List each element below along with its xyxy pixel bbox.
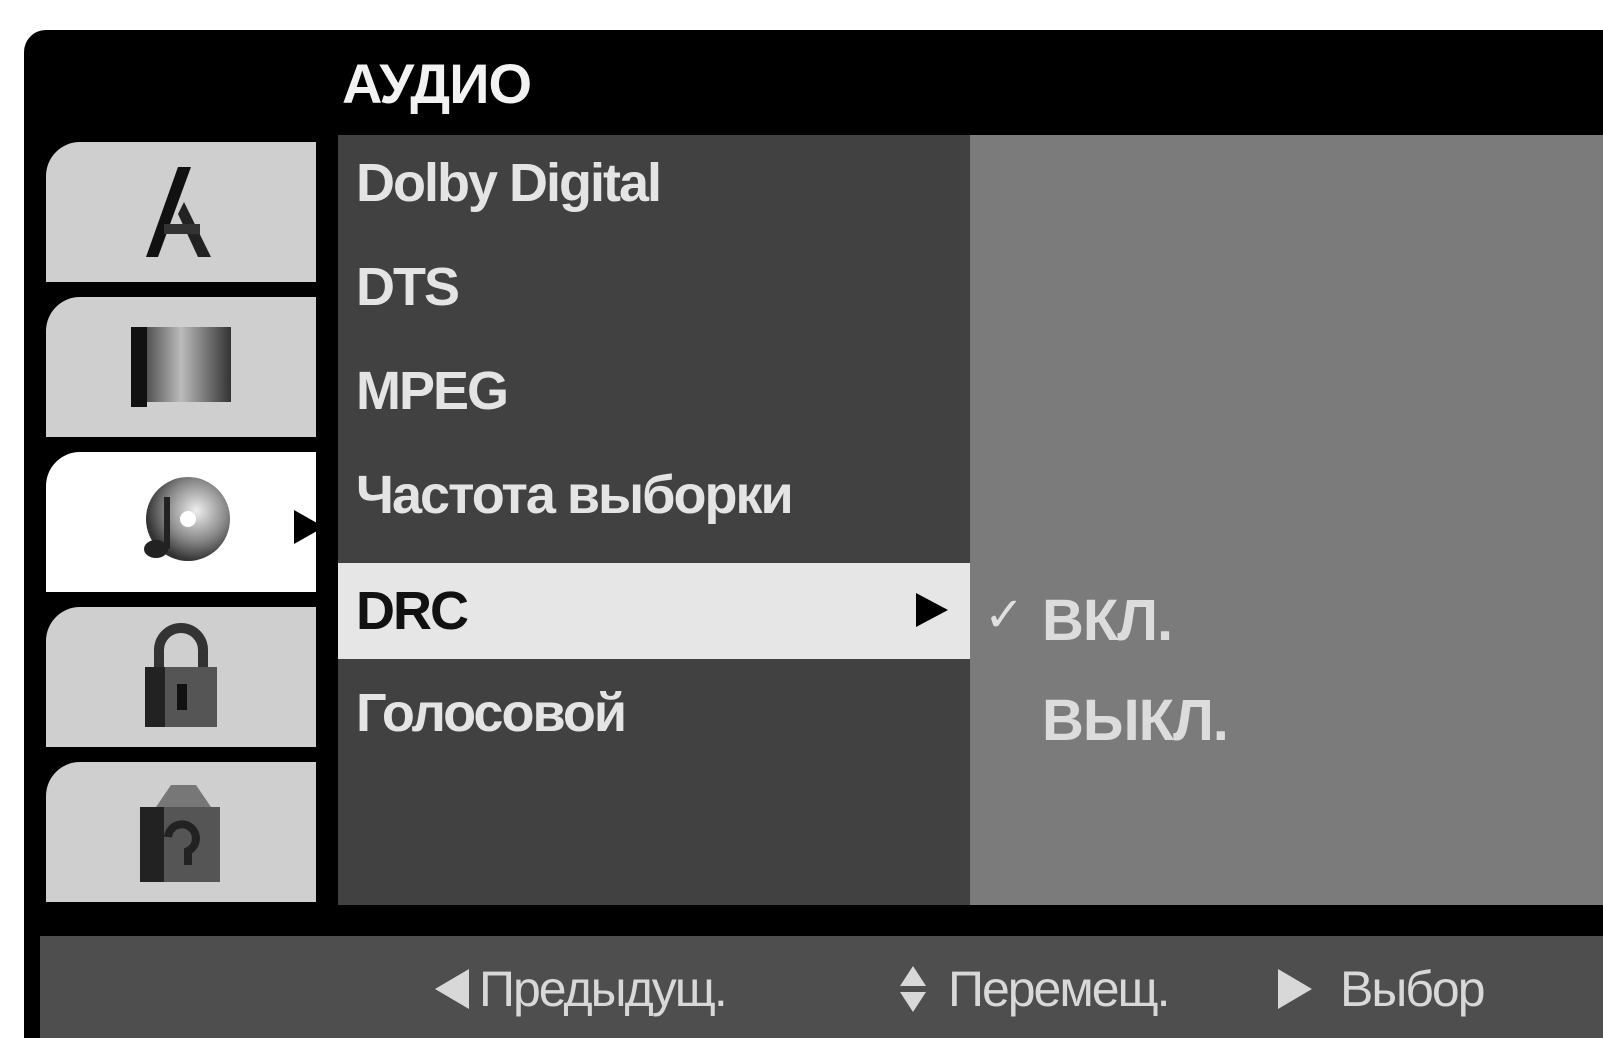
submenu-arrow-icon — [916, 593, 948, 627]
hint-select-label: Выбор — [1340, 961, 1486, 1017]
menu-item-sample-freq[interactable]: Частота выборки — [338, 447, 970, 543]
hint-bar: Предыдущ. Перемещ. Выбор — [40, 936, 1603, 1038]
menu-item-dolby-digital[interactable]: Dolby Digital — [338, 135, 970, 231]
menu-item-dts[interactable]: DTS — [338, 239, 970, 335]
menu-item-label: Частота выборки — [356, 465, 794, 525]
menu-item-label: Голосовой — [356, 683, 627, 743]
menu-item-label: DRC — [356, 581, 469, 641]
right-arrow-icon — [1278, 969, 1312, 1009]
tab-display[interactable] — [46, 297, 316, 437]
language-icon — [136, 162, 226, 262]
lock-icon — [131, 622, 231, 732]
hint-back: Предыдущ. — [435, 960, 728, 1018]
option-on[interactable]: ВКЛ. — [1042, 587, 1173, 654]
hint-move: Перемещ. — [900, 960, 1171, 1018]
menu-title: АУДИО — [342, 52, 532, 115]
check-icon: ✓ — [984, 589, 1025, 642]
left-arrow-icon — [435, 969, 469, 1009]
menu-item-label: DTS — [356, 257, 460, 317]
tab-lock[interactable] — [46, 607, 316, 747]
tab-audio[interactable] — [46, 452, 324, 592]
menu-item-label: MPEG — [356, 361, 509, 421]
menu-item-mpeg[interactable]: MPEG — [338, 343, 970, 439]
options-panel: ✓ ВКЛ. ВЫКЛ. — [970, 135, 1603, 905]
menu-list: Dolby Digital DTS MPEG Частота выборки D… — [338, 135, 970, 905]
menu-item-drc[interactable]: DRC — [338, 563, 970, 659]
hint-back-label: Предыдущ. — [479, 961, 728, 1017]
setup-menu-screen: АУДИО Dolby Digital DTS MPEG Частота выб… — [24, 30, 1603, 1038]
menu-item-vocal[interactable]: Голосовой — [338, 665, 970, 761]
hint-select: Выбор — [1278, 960, 1486, 1018]
tab-language[interactable] — [46, 142, 316, 282]
hint-move-label: Перемещ. — [948, 961, 1171, 1017]
menu-item-label: Dolby Digital — [356, 153, 662, 213]
others-icon — [126, 777, 236, 887]
up-down-arrow-icon — [900, 966, 926, 1012]
tab-others[interactable] — [46, 762, 316, 902]
audio-disc-icon — [126, 467, 236, 577]
display-icon — [126, 322, 236, 412]
active-tab-arrow-icon — [294, 510, 324, 544]
option-off[interactable]: ВЫКЛ. — [1042, 687, 1229, 754]
